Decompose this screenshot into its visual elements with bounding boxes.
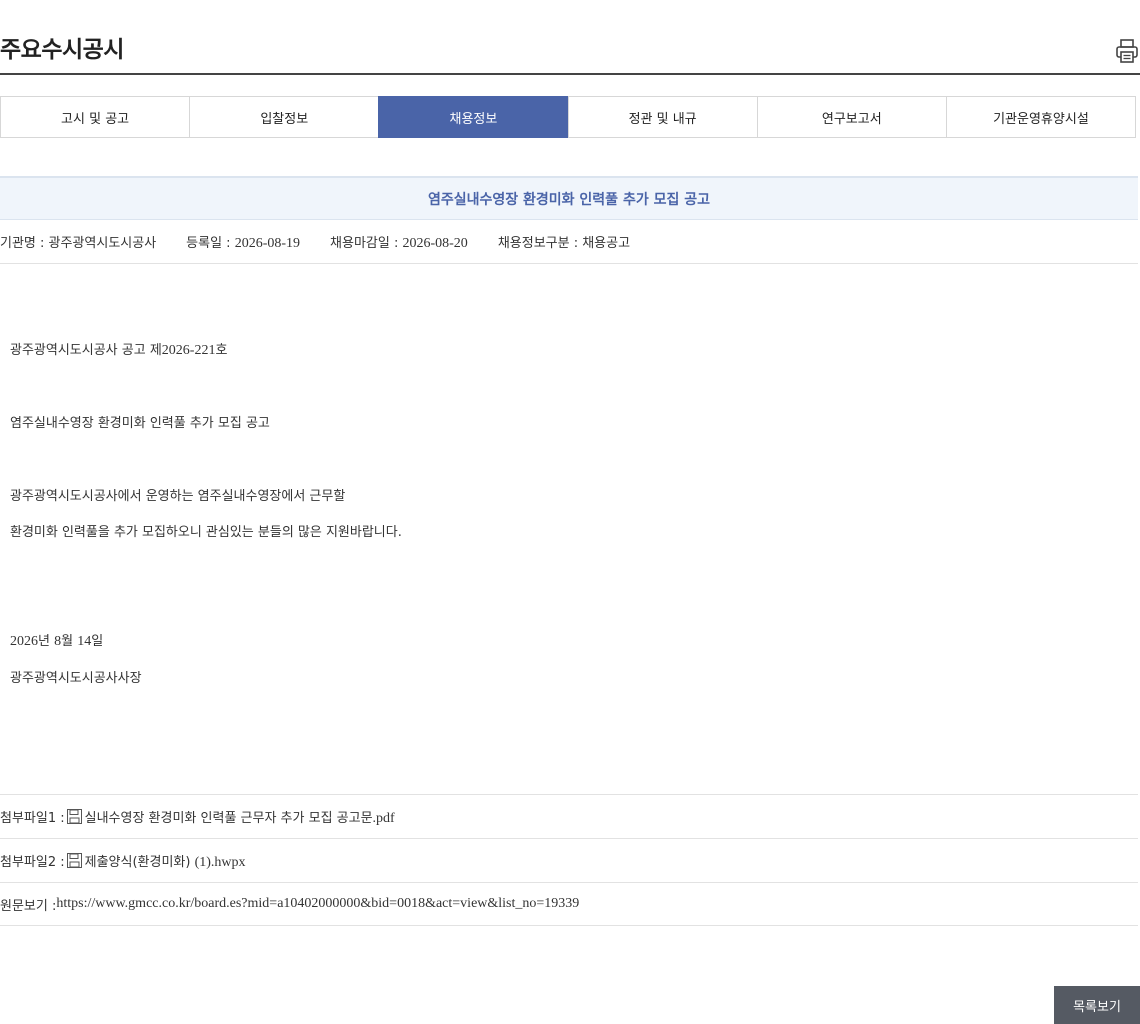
- attachment-file-ext: .pdf: [372, 810, 395, 826]
- notice-number-line: 광주광역시도시공사 공고 제2026-221호: [10, 339, 227, 359]
- deadline-value: 2026-08-20: [402, 235, 468, 251]
- date-day: 14: [77, 634, 92, 649]
- attachment-link-2[interactable]: 제출양식(환경미화) (1).hwpx: [85, 851, 246, 871]
- attachment-file-ext: (1).hwpx: [194, 854, 246, 870]
- date-day-unit: 일: [91, 634, 104, 649]
- printer-icon[interactable]: [1115, 38, 1139, 64]
- attachment-row-1: 첨부파일1 : 실내수영장 환경미화 인력풀 근무자 추가 모집 공고문.pdf: [0, 794, 1138, 838]
- recruit-type-label: 채용정보구분 :: [497, 236, 583, 251]
- deadline-label: 채용마감일 :: [330, 235, 403, 251]
- body-paragraph-line-2: 환경미화 인력풀을 추가 모집하오니 관심있는 분들의 많은 지원바랍니다.: [10, 525, 402, 540]
- reg-date-label: 등록일 :: [186, 235, 235, 251]
- body-paragraph-line-1: 광주광역시도시공사에서 운영하는 염주실내수영장에서 근무할: [10, 489, 346, 504]
- org-value: 광주광역시도시공사: [48, 236, 157, 251]
- floppy-disk-icon: [66, 809, 82, 824]
- attachment-file-name: 제출양식(환경미화): [84, 854, 195, 870]
- category-tabs: 고시 및 공고 입찰정보 채용정보 정관 및 내규 연구보고서 기관운영휴양시설: [0, 96, 1137, 138]
- org-label: 기관명 :: [0, 236, 49, 251]
- notice-title: 염주실내수영장 환경미화 인력풀 추가 모집 공고: [428, 191, 710, 208]
- org-meta: 기관명 : 광주광역시도시공사: [0, 232, 156, 251]
- recruit-type-meta: 채용정보구분 : 채용공고: [498, 232, 630, 251]
- notice-signature: 광주광역시도시공사사장: [10, 671, 142, 686]
- attachment-link-1[interactable]: 실내수영장 환경미화 인력풀 근무자 추가 모집 공고문.pdf: [85, 807, 395, 827]
- date-year: 2026: [10, 634, 38, 649]
- recruit-type-value: 채용공고: [582, 236, 631, 251]
- attachment-file-name: 실내수영장 환경미화 인력풀 근무자 추가 모집 공고문: [84, 810, 373, 826]
- date-month-unit: 월: [61, 634, 78, 649]
- floppy-disk-icon: [66, 853, 82, 868]
- attachment-row-2: 첨부파일2 : 제출양식(환경미화) (1).hwpx: [0, 838, 1138, 882]
- tab-notice[interactable]: 고시 및 공고: [0, 96, 191, 138]
- reg-date-value: 2026-08-19: [234, 235, 301, 251]
- tab-regulations[interactable]: 정관 및 내규: [567, 96, 758, 138]
- tab-resort-facilities[interactable]: 기관운영휴양시설: [945, 96, 1137, 138]
- source-url-link[interactable]: https://www.gmcc.co.kr/board.es?mid=a104…: [56, 896, 579, 912]
- page-title: 주요수시공시: [0, 37, 124, 63]
- notice-number-prefix: 광주광역시도시공사 공고 제: [10, 343, 162, 358]
- notice-number-suffix: 호: [215, 343, 228, 358]
- source-label: 원문보기 :: [0, 898, 57, 914]
- notice-date: 2026년 8월 14일: [10, 630, 103, 650]
- attachment-label: 첨부파일1 :: [0, 811, 65, 826]
- source-row: 원문보기 : https://www.gmcc.co.kr/board.es?m…: [0, 882, 1138, 926]
- deadline-meta: 채용마감일 : 2026-08-20: [330, 232, 468, 252]
- notice-number: 2026-221: [161, 343, 216, 358]
- date-year-unit: 년: [38, 634, 55, 649]
- tab-bidding[interactable]: 입찰정보: [189, 96, 380, 138]
- page-header: 주요수시공시: [0, 0, 1140, 75]
- notice-meta: 기관명 : 광주광역시도시공사 등록일 : 2026-08-19 채용마감일 :…: [0, 220, 1138, 264]
- tab-research-reports[interactable]: 연구보고서: [756, 96, 947, 138]
- list-button[interactable]: 목록보기: [1054, 986, 1140, 1024]
- reg-date-meta: 등록일 : 2026-08-19: [186, 232, 300, 252]
- notice-title-bar: 염주실내수영장 환경미화 인력풀 추가 모집 공고: [0, 176, 1138, 220]
- body-subject-line: 염주실내수영장 환경미화 인력풀 추가 모집 공고: [10, 416, 270, 431]
- attachment-label: 첨부파일2 :: [0, 855, 65, 870]
- tab-recruitment[interactable]: 채용정보: [378, 96, 569, 138]
